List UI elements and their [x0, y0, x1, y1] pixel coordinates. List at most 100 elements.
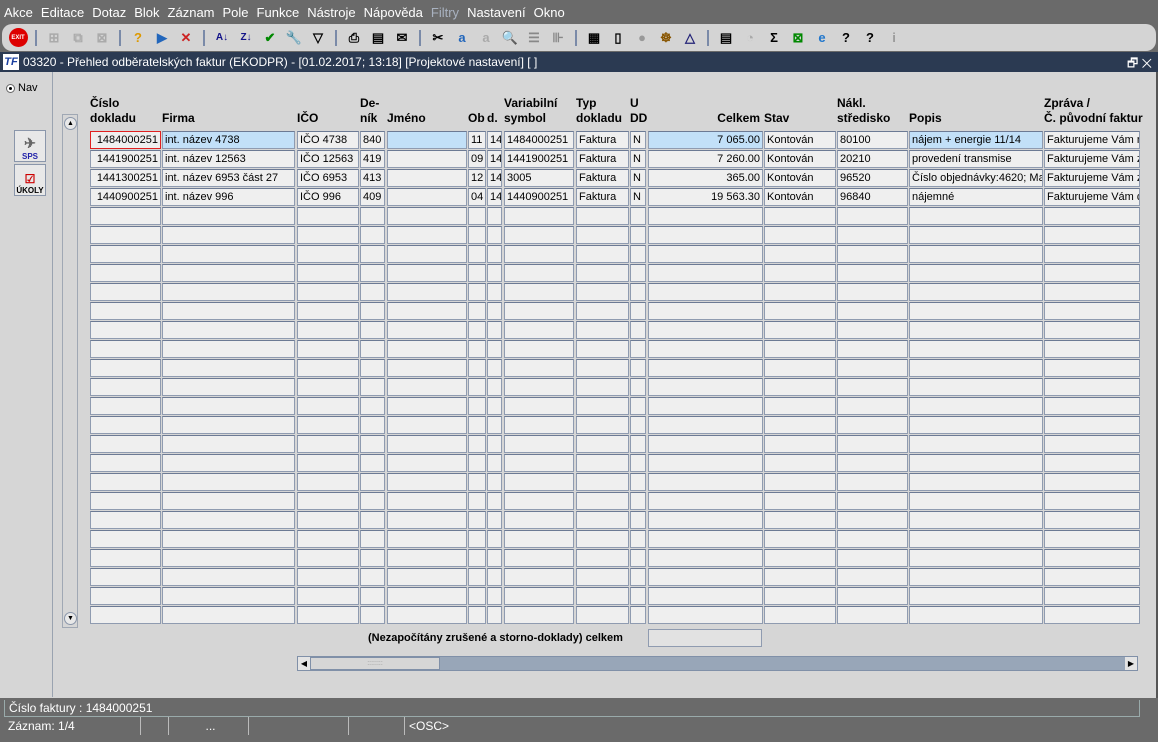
- table-cell[interactable]: [504, 549, 574, 567]
- table-cell[interactable]: 11: [468, 131, 486, 149]
- table-cell[interactable]: [1044, 473, 1140, 491]
- table-cell[interactable]: [1044, 397, 1140, 415]
- table-cell[interactable]: [764, 549, 836, 567]
- table-cell[interactable]: [909, 587, 1043, 605]
- vertical-scrollbar[interactable]: ▲ ▼: [62, 114, 78, 628]
- table-cell[interactable]: [648, 587, 763, 605]
- table-cell[interactable]: [387, 416, 467, 434]
- table-cell[interactable]: [764, 492, 836, 510]
- table-cell[interactable]: 3005: [504, 169, 574, 187]
- table-cell[interactable]: 1484000251: [504, 131, 574, 149]
- table-cell[interactable]: [504, 264, 574, 282]
- table-cell[interactable]: [764, 606, 836, 624]
- table-cell[interactable]: [360, 264, 385, 282]
- table-cell[interactable]: [837, 454, 908, 472]
- close-icon[interactable]: ✕: [1142, 56, 1152, 70]
- table-cell[interactable]: [90, 264, 161, 282]
- excel-icon[interactable]: ⊠: [788, 28, 808, 48]
- table-cell[interactable]: [387, 473, 467, 491]
- info-icon[interactable]: i: [884, 28, 904, 48]
- table-cell[interactable]: [576, 340, 629, 358]
- exit-button[interactable]: EXIT: [8, 28, 28, 48]
- table-cell[interactable]: 7 260.00: [648, 150, 763, 168]
- table-cell[interactable]: 419: [360, 150, 385, 168]
- table-cell[interactable]: [90, 492, 161, 510]
- table-cell[interactable]: [504, 302, 574, 320]
- table-cell[interactable]: [468, 378, 486, 396]
- table-cell[interactable]: [1044, 207, 1140, 225]
- table-cell[interactable]: [504, 226, 574, 244]
- scroll-right-icon[interactable]: ▶: [1125, 657, 1137, 670]
- table-cell[interactable]: [648, 549, 763, 567]
- table-cell[interactable]: [387, 568, 467, 586]
- table-cell[interactable]: [297, 511, 359, 529]
- table-cell[interactable]: [360, 435, 385, 453]
- table-cell[interactable]: [504, 283, 574, 301]
- table-cell[interactable]: [297, 568, 359, 586]
- table-cell[interactable]: [468, 530, 486, 548]
- table-cell[interactable]: [648, 568, 763, 586]
- table-cell[interactable]: IČO 6953: [297, 169, 359, 187]
- insert-record-icon[interactable]: ⊞: [44, 28, 64, 48]
- table-cell[interactable]: [487, 264, 502, 282]
- query-enter-icon[interactable]: ?: [128, 28, 148, 48]
- table-cell[interactable]: N: [630, 131, 646, 149]
- table-cell[interactable]: [648, 264, 763, 282]
- table-cell[interactable]: [576, 549, 629, 567]
- table-cell[interactable]: [648, 340, 763, 358]
- table-cell[interactable]: [909, 207, 1043, 225]
- table-cell[interactable]: [387, 207, 467, 225]
- table-cell[interactable]: Fakturujeme Vám d: [1044, 188, 1140, 206]
- globe-icon[interactable]: ●: [632, 28, 652, 48]
- table-cell[interactable]: [648, 606, 763, 624]
- table-cell[interactable]: [387, 397, 467, 415]
- table-cell[interactable]: [1044, 492, 1140, 510]
- table-cell[interactable]: N: [630, 188, 646, 206]
- table-cell[interactable]: [576, 416, 629, 434]
- table-cell[interactable]: [90, 511, 161, 529]
- table-cell[interactable]: [162, 226, 295, 244]
- menu-11[interactable]: Okno: [534, 5, 565, 20]
- table-cell[interactable]: [1044, 416, 1140, 434]
- table-cell[interactable]: 413: [360, 169, 385, 187]
- list-icon[interactable]: ☰: [524, 28, 544, 48]
- menu-1[interactable]: Editace: [41, 5, 84, 20]
- table-cell[interactable]: Faktura: [576, 169, 629, 187]
- table-cell[interactable]: [360, 283, 385, 301]
- table-cell[interactable]: [837, 530, 908, 548]
- table-cell[interactable]: [909, 568, 1043, 586]
- table-cell[interactable]: [630, 492, 646, 510]
- table-cell[interactable]: [764, 454, 836, 472]
- table-cell[interactable]: 14: [487, 169, 502, 187]
- table-cell[interactable]: [630, 397, 646, 415]
- table-cell[interactable]: [648, 473, 763, 491]
- table-cell[interactable]: [297, 321, 359, 339]
- table-cell[interactable]: [764, 264, 836, 282]
- table-cell[interactable]: int. název 4738: [162, 131, 295, 149]
- table-cell[interactable]: [1044, 283, 1140, 301]
- table-cell[interactable]: [909, 359, 1043, 377]
- table-cell[interactable]: [837, 340, 908, 358]
- report-icon[interactable]: ▤: [716, 28, 736, 48]
- table-cell[interactable]: [764, 511, 836, 529]
- table-cell[interactable]: [630, 587, 646, 605]
- table-cell[interactable]: [90, 435, 161, 453]
- table-cell[interactable]: provedení transmise: [909, 150, 1043, 168]
- table-cell[interactable]: [837, 568, 908, 586]
- menu-10[interactable]: Nastavení: [467, 5, 526, 20]
- table-cell[interactable]: [162, 454, 295, 472]
- scroll-thumb[interactable]: ::::::::: [310, 657, 440, 670]
- table-cell[interactable]: [360, 530, 385, 548]
- table-cell[interactable]: [1044, 549, 1140, 567]
- table-cell[interactable]: [468, 245, 486, 263]
- table-cell[interactable]: [387, 264, 467, 282]
- table-cell[interactable]: [360, 397, 385, 415]
- table-cell[interactable]: [1044, 245, 1140, 263]
- table-cell[interactable]: [90, 283, 161, 301]
- table-cell[interactable]: [297, 226, 359, 244]
- table-cell[interactable]: [297, 435, 359, 453]
- table-cell[interactable]: [576, 302, 629, 320]
- table-cell[interactable]: [468, 226, 486, 244]
- table-cell[interactable]: [487, 568, 502, 586]
- table-cell[interactable]: [576, 492, 629, 510]
